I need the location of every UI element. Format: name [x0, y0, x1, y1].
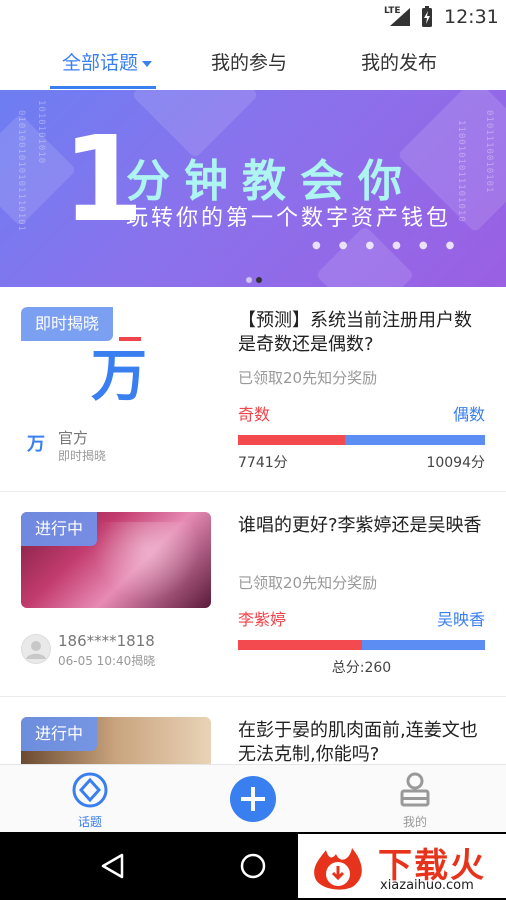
banner-decoration: 0101001010101110101 [16, 110, 26, 232]
topic-tabs: 全部话题 我的参与 我的发布 [0, 34, 506, 90]
option-a-score: 7741分 [238, 455, 288, 471]
status-badge: 进行中 [21, 717, 98, 751]
vote-progress-bar [238, 435, 485, 445]
reward-text: 已领取20先知分奖励 [238, 369, 378, 387]
total-score: 总分:260 [331, 660, 392, 676]
topic-card[interactable]: 万 即时揭晓 【预测】系统当前注册用户数是奇数还是偶数? 已领取20先知分奖励 … [0, 287, 506, 492]
status-bar: LTE 12:31 [0, 0, 506, 34]
banner-decoration: 1010101010 [36, 100, 46, 165]
battery-charging-icon [422, 6, 432, 27]
back-icon[interactable] [100, 853, 126, 879]
vote-progress-bar [238, 640, 485, 650]
pager-dot [246, 277, 252, 283]
status-badge: 进行中 [21, 512, 98, 546]
nav-topics[interactable]: 话题 [50, 771, 130, 830]
stage-photo [81, 522, 211, 608]
vote-progress-fill [238, 435, 346, 445]
tab-all-topics[interactable]: 全部话题 [62, 48, 153, 75]
topic-card[interactable]: 进行中 谁唱的更好?李紫婷还是吴映香 已领取20先知分奖励 李紫婷 吴映香 总分… [0, 492, 506, 697]
nav-label: 我的 [402, 815, 427, 829]
nav-label: 话题 [77, 815, 102, 829]
author-subtitle: 即时揭晓 [58, 449, 107, 463]
flame-logo-icon [314, 848, 362, 890]
vote-progress-fill [238, 640, 362, 650]
topic-thumbnail: 进行中 [21, 717, 211, 764]
topic-card[interactable]: 进行中 在彭于晏的肌肉面前,连姜文也无法克制,你能吗? [0, 697, 506, 764]
option-b-label[interactable]: 偶数 [453, 401, 485, 425]
clock: 12:31 [444, 6, 499, 28]
tab-my-posts[interactable]: 我的发布 [361, 48, 437, 75]
watermark: 下载火 xiazaihuo.com [298, 834, 506, 898]
author-name: 官方 [58, 429, 89, 447]
reward-text: 已领取20先知分奖励 [238, 574, 378, 592]
topic-title: 谁唱的更好?李紫婷还是吴映香 [238, 515, 482, 536]
option-b-score: 10094分 [426, 455, 485, 471]
watermark-url: xiazaihuo.com [380, 878, 474, 893]
brand-logo: 万 [91, 343, 147, 403]
topic-thumbnail: 进行中 [21, 512, 211, 608]
plus-icon [241, 787, 265, 811]
author-subtitle: 06-05 10:40揭晓 [58, 654, 156, 668]
caret-down-icon [142, 60, 153, 67]
nav-mine[interactable]: 我的 [375, 771, 455, 830]
topics-icon [72, 772, 108, 808]
topic-title: 【预测】系统当前注册用户数是奇数还是偶数? [238, 310, 472, 355]
status-badge: 即时揭晓 [21, 307, 114, 341]
option-a-label[interactable]: 奇数 [238, 401, 270, 425]
banner-decoration [315, 225, 415, 287]
option-a-label[interactable]: 李紫婷 [238, 606, 286, 630]
pager-dot-active [256, 277, 262, 283]
brand-logo-accent [119, 337, 141, 341]
tab-label: 全部话题 [62, 52, 139, 74]
banner-decoration: 1100101011101010 [456, 120, 466, 223]
bottom-nav: 话题 我的 [0, 764, 506, 832]
official-avatar: 万 [27, 434, 45, 455]
banner-decoration: ●●●●●● [312, 240, 473, 251]
user-avatar-icon [21, 634, 51, 664]
signal-icon [390, 8, 410, 26]
profile-icon [400, 772, 430, 807]
home-icon[interactable] [240, 853, 266, 879]
topic-thumbnail: 万 即时揭晓 [21, 307, 211, 403]
banner-decoration: 0101110010101 [484, 110, 494, 194]
add-topic-button[interactable] [230, 776, 276, 822]
topic-title: 在彭于晏的肌肉面前,连姜文也无法克制,你能吗? [238, 720, 478, 764]
tab-active-indicator [50, 86, 156, 89]
tab-my-participation[interactable]: 我的参与 [211, 48, 287, 75]
banner-subline: 玩转你的第一个数字资产钱包 [126, 206, 452, 231]
option-b-label[interactable]: 吴映香 [437, 606, 485, 630]
banner-pager [244, 268, 264, 287]
author-name: 186****1818 [58, 632, 155, 650]
promo-banner[interactable]: 0101001010101110101 1010101010 110010101… [0, 90, 506, 287]
